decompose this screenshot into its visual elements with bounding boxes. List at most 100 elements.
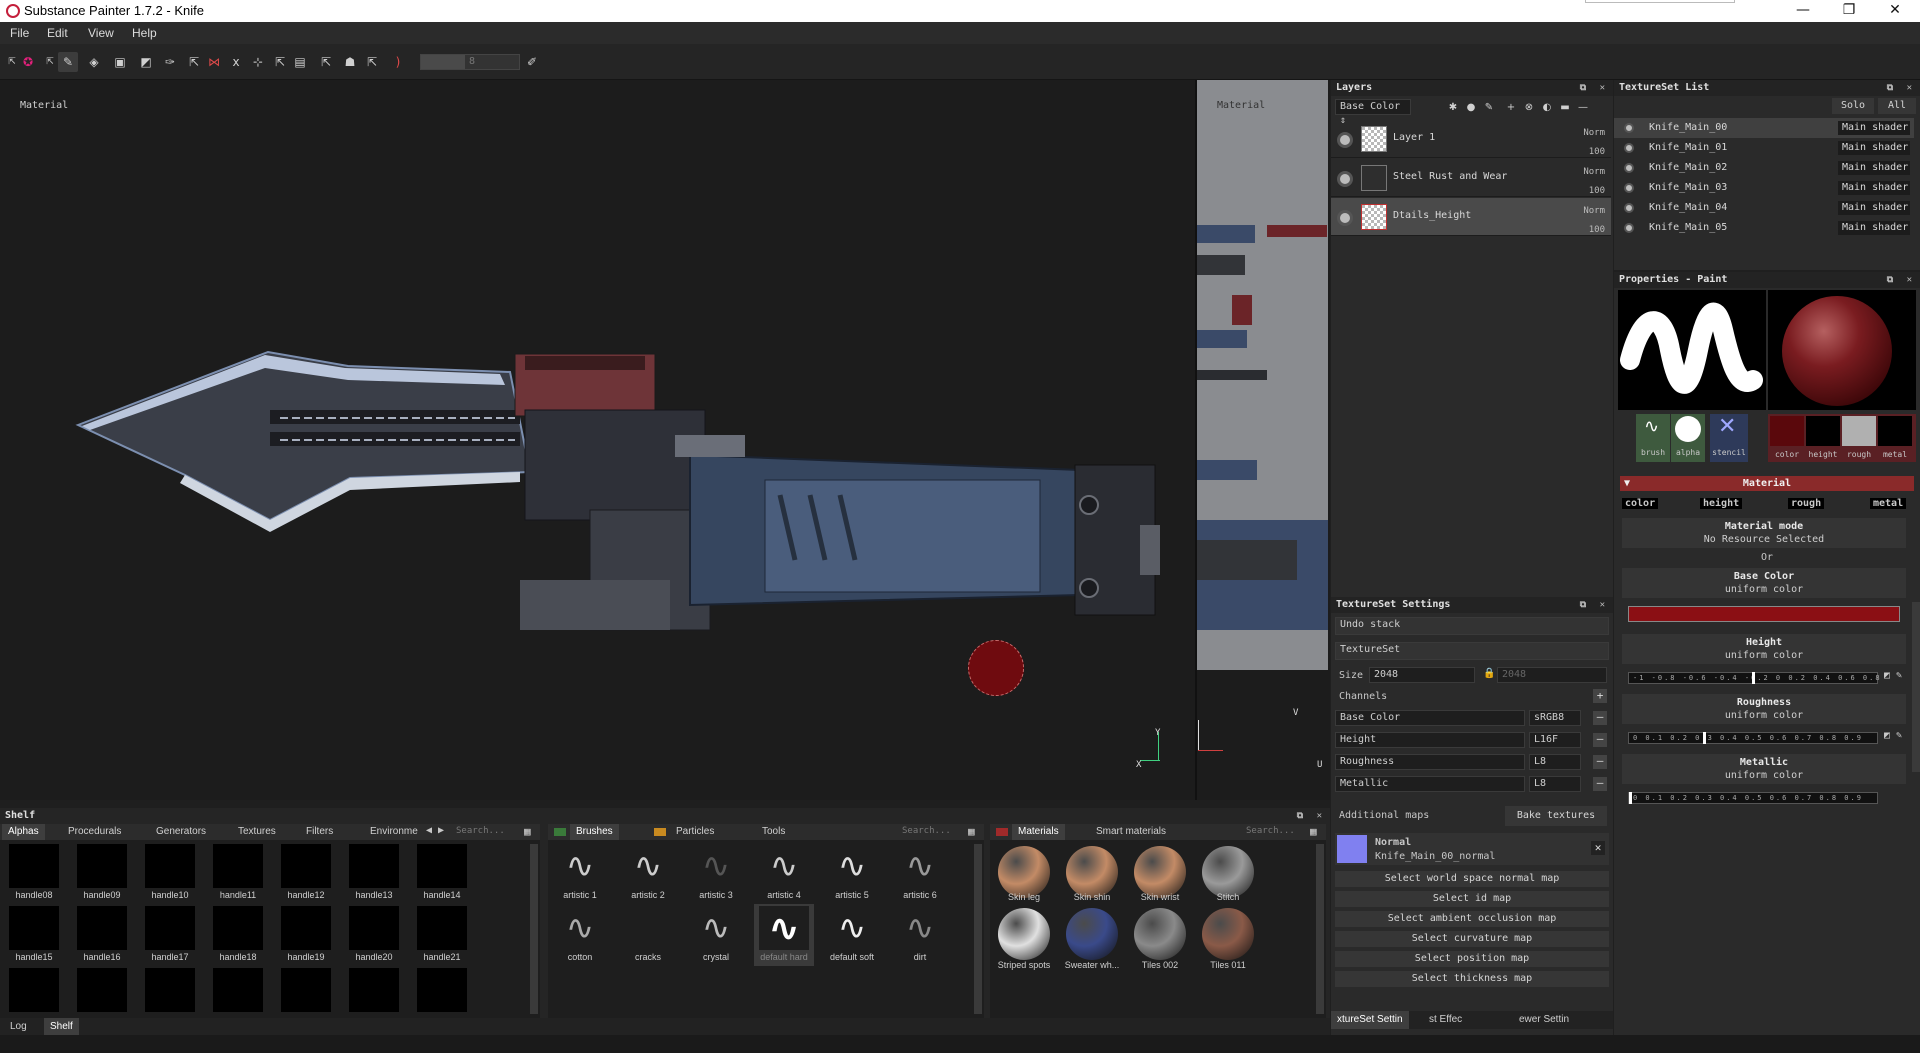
remove-channel-icon[interactable]: — (1593, 755, 1607, 769)
tab-viewer-settings[interactable]: ewer Settin (1513, 1011, 1575, 1029)
metallic-slider[interactable]: 0 0.1 0.2 0.3 0.4 0.5 0.6 0.7 0.8 0.9 (1628, 792, 1878, 804)
alpha-item[interactable]: handle21 (412, 904, 472, 966)
textureset-shader[interactable]: Main shader (1838, 201, 1910, 215)
base-color-swatch[interactable] (1628, 606, 1900, 622)
channel-format[interactable]: sRGB8 (1529, 710, 1581, 726)
channel-format[interactable]: L8 (1529, 776, 1581, 792)
alphas-scrollbar[interactable] (530, 844, 538, 1014)
mirror-x-icon[interactable]: x (226, 52, 246, 72)
materials-search[interactable]: Search... (1246, 826, 1295, 836)
properties-scrollbar[interactable] (1912, 602, 1920, 772)
select-position-map-button[interactable]: Select position map (1335, 951, 1609, 967)
textureset-row[interactable]: Knife_Main_01 Main shader (1614, 138, 1914, 158)
display-settings-icon[interactable]: ☗ (340, 52, 360, 72)
stencil-slot[interactable]: ✕ stencil (1710, 414, 1748, 462)
textureset-row[interactable]: Knife_Main_03 Main shader (1614, 178, 1914, 198)
brush-item[interactable]: ∿ crystal (686, 904, 746, 966)
visibility-icon[interactable] (1337, 171, 1353, 187)
material-item[interactable]: Skin shin (1058, 842, 1126, 904)
toggle-color[interactable]: color (1622, 498, 1659, 509)
material-item[interactable]: Sweater wh... (1058, 904, 1126, 970)
height-slider[interactable]: -1 -0.8 -0.6 -0.4 -0.2 0 0.2 0.4 0.6 0.8 (1628, 672, 1880, 684)
restore-button[interactable]: ❐ (1826, 0, 1872, 22)
rough-swatch[interactable] (1842, 416, 1876, 446)
brush-item[interactable]: ∿ artistic 3 (686, 842, 746, 904)
tab-materials[interactable]: Materials (1012, 824, 1065, 840)
material-item[interactable]: Skin leg (990, 842, 1058, 904)
color-picker-icon[interactable]: ✑ (160, 52, 180, 72)
alpha-item[interactable]: handle15 (4, 904, 64, 966)
visibility-icon[interactable] (1624, 143, 1634, 153)
alpha-item[interactable]: handle09 (72, 842, 132, 904)
select-ao-map-button[interactable]: Select ambient occlusion map (1335, 911, 1609, 927)
brush-item[interactable]: ∿ default hard (754, 904, 814, 966)
all-button[interactable]: All (1878, 98, 1916, 114)
solo-button[interactable]: Solo (1832, 98, 1874, 114)
alpha-item[interactable]: handle20 (344, 904, 404, 966)
material-mode-section[interactable]: Material mode No Resource Selected (1622, 518, 1906, 548)
lock-icon[interactable]: 🔒 (1483, 668, 1495, 679)
visibility-icon[interactable] (1624, 183, 1634, 193)
textureset-shader[interactable]: Main shader (1838, 181, 1910, 195)
remove-channel-icon[interactable]: — (1593, 711, 1607, 725)
popout-icon[interactable]: ⇱ (316, 52, 336, 72)
brush-item[interactable]: cracks (618, 904, 678, 966)
select-curvature-map-button[interactable]: Select curvature map (1335, 931, 1609, 947)
eraser-icon[interactable]: ◈ (84, 52, 104, 72)
grid-view-icon[interactable]: ▦ (524, 825, 531, 838)
paint-brush-icon[interactable]: ✎ (58, 52, 78, 72)
lazy-mouse-icon[interactable]: ) (388, 52, 408, 72)
material-item[interactable]: Stitch (1194, 842, 1262, 904)
grid-icon[interactable]: ⊹ (248, 52, 268, 72)
material-item[interactable]: Skin wrist (1126, 842, 1194, 904)
tab-filters[interactable]: Filters (300, 824, 339, 840)
popout-icon[interactable]: ⇱ (270, 52, 290, 72)
brush-slot[interactable]: brush ∿ (1636, 414, 1670, 462)
add-channel-icon[interactable]: + (1593, 689, 1607, 703)
projection-icon[interactable]: ▣ (110, 52, 130, 72)
size-select-2[interactable]: 2048 (1497, 667, 1607, 683)
add-layer-icon[interactable]: + (1501, 98, 1521, 118)
material-section-header[interactable]: ▼ Material (1620, 476, 1914, 491)
grid-view-icon[interactable]: ▦ (968, 825, 975, 838)
tab-smart-materials[interactable]: Smart materials (1090, 824, 1172, 840)
brush-item[interactable]: ∿ dirt (890, 904, 950, 966)
select-id-map-button[interactable]: Select id map (1335, 891, 1609, 907)
alpha-item[interactable]: handle19 (276, 904, 336, 966)
textureset-row[interactable]: Knife_Main_00 Main shader (1614, 118, 1914, 138)
brush-item[interactable]: ∿ artistic 5 (822, 842, 882, 904)
viewport-3d[interactable]: Material Y X (0, 80, 1195, 800)
visibility-icon[interactable] (1624, 203, 1634, 213)
edit-icon[interactable]: ◩ ✎ (1884, 670, 1902, 681)
visibility-icon[interactable] (1624, 163, 1634, 173)
material-item[interactable]: Tiles 002 (1126, 904, 1194, 970)
channel-format[interactable]: L16F (1529, 732, 1581, 748)
tab-shelf[interactable]: Shelf (44, 1018, 79, 1035)
select-world-normal-button[interactable]: Select world space normal map (1335, 871, 1609, 887)
brushes-search[interactable]: Search... (902, 826, 951, 836)
alpha-item[interactable]: handle11 (208, 842, 268, 904)
camera-icon[interactable]: ▤ (290, 52, 310, 72)
add-filter-icon[interactable]: ◐ (1537, 98, 1557, 118)
tab-procedurals[interactable]: Procedurals (62, 824, 127, 840)
layer-blend[interactable]: Norm 100 (1583, 202, 1605, 240)
title-search-box[interactable] (1585, 0, 1735, 3)
edit-icon[interactable]: ◩ ✎ (1884, 730, 1902, 741)
folder-icon[interactable]: ▬ (1555, 98, 1575, 118)
alpha-item[interactable]: handle16 (72, 904, 132, 966)
viewport-2d[interactable]: Material V U (1195, 80, 1330, 800)
textureset-shader[interactable]: Main shader (1838, 221, 1910, 235)
materials-scrollbar[interactable] (1316, 844, 1324, 1014)
textureset-shader[interactable]: Main shader (1838, 161, 1910, 175)
add-effect-icon[interactable]: ⊗ (1519, 98, 1539, 118)
textureset-row[interactable]: Knife_Main_02 Main shader (1614, 158, 1914, 178)
tab-scroll-icon[interactable]: ◀ ▶ (426, 825, 444, 836)
layer-row[interactable]: Layer 1 Norm 100 (1331, 120, 1611, 158)
brush-item[interactable]: ∿ artistic 1 (550, 842, 610, 904)
layer-row[interactable]: Steel Rust and Wear Norm 100 (1331, 159, 1611, 197)
symmetry-icon[interactable]: ⋈ (204, 52, 224, 72)
alpha-item[interactable]: handle10 (140, 842, 200, 904)
normal-map-slot[interactable]: Normal Knife_Main_00_normal ✕ (1335, 833, 1609, 865)
channel-format[interactable]: L8 (1529, 754, 1581, 770)
polygon-fill-icon[interactable]: ◩ (136, 52, 156, 72)
